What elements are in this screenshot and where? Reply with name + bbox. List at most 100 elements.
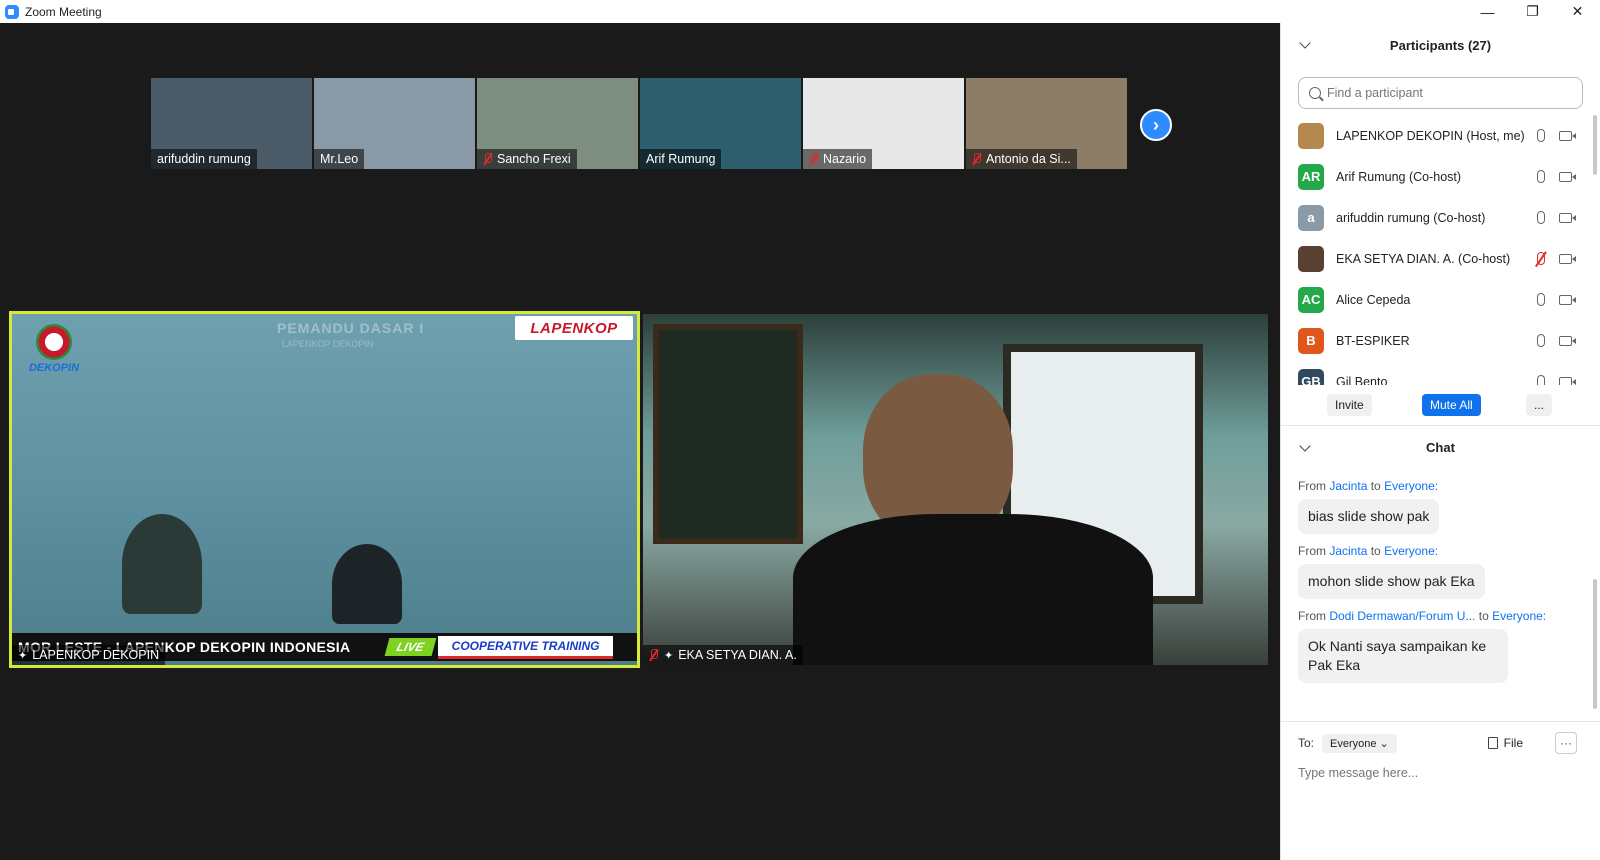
participant-row[interactable]: LAPENKOP DEKOPIN (Host, me) [1281,115,1600,156]
chat-more-button[interactable]: ··· [1555,732,1577,754]
background-title: PEMANDU DASAR I [277,320,425,336]
recipient-value: Everyone [1330,737,1377,750]
title-bar: Zoom Meeting — ❐ ✕ [0,0,1600,23]
participant-row[interactable]: EKA SETYA DIAN. A. (Co-host) [1281,238,1600,279]
avatar [1298,122,1324,149]
participant-name: LAPENKOP DEKOPIN (Host, me) [1336,128,1525,143]
mic-icon[interactable] [1537,211,1545,224]
recipient-select[interactable]: Everyone ⌄ [1322,733,1397,753]
message-header: From Dodi Dermawan/Forum U... to Everyon… [1298,609,1583,623]
live-badge: LIVE [384,638,437,656]
thumbnail-name-label: Antonio da Si... [966,149,1077,169]
message-recipient[interactable]: Everyone: [1384,479,1438,493]
avatar: AR [1298,163,1324,190]
message-to-prefix: to [1370,544,1381,558]
tile-name-label: ✦ LAPENKOP DEKOPIN [12,645,166,665]
thumbnail-name: Antonio da Si... [986,152,1071,166]
thumbnail-tile[interactable]: Antonio da Si... [966,78,1127,169]
camera-icon[interactable] [1559,253,1576,264]
search-icon [1309,87,1321,99]
minimize-button[interactable]: — [1465,0,1510,23]
message-recipient[interactable]: Everyone: [1492,609,1546,623]
avatar: AC [1298,286,1324,313]
message-recipient[interactable]: Everyone: [1384,544,1438,558]
mic-muted-icon [809,153,819,165]
mic-muted-icon[interactable] [1537,252,1545,265]
more-options-button[interactable]: ... [1526,394,1553,416]
camera-icon[interactable] [1559,376,1576,385]
lapenkop-logo: LAPENKOP [515,316,633,340]
participants-title: Participants (27) [1389,37,1492,53]
message-sender[interactable]: Dodi Dermawan/Forum U... [1329,609,1475,623]
thumbnail-name-label: Arif Rumung [640,149,722,169]
tile-name: EKA SETYA DIAN. A. [678,648,797,662]
thumbnail-name: Mr.Leo [320,152,359,166]
thumbnail-tile[interactable]: Sancho Frexi [477,78,638,169]
collapse-chevron-icon[interactable] [1299,440,1311,452]
camera-icon[interactable] [1559,294,1576,305]
dekopin-logo: DEKOPIN [24,324,84,374]
pin-icon: ✦ [18,649,28,662]
collapse-chevron-icon[interactable] [1299,37,1311,49]
mic-icon[interactable] [1537,129,1545,142]
avatar: a [1298,204,1324,231]
file-button[interactable]: File [1487,736,1523,750]
participant-search-input[interactable] [1327,86,1567,100]
video-tile-eka[interactable]: ✦ EKA SETYA DIAN. A. [643,314,1268,665]
invite-button[interactable]: Invite [1327,394,1372,416]
participant-search[interactable] [1298,77,1583,109]
participant-name: EKA SETYA DIAN. A. (Co-host) [1336,251,1511,266]
participant-name: arifuddin rumung (Co-host) [1336,210,1486,225]
message-from-prefix: From [1298,479,1326,493]
mic-icon[interactable] [1537,170,1545,183]
next-page-button[interactable]: › [1140,109,1172,141]
chat-scrollbar[interactable] [1593,579,1597,709]
camera-icon[interactable] [1559,335,1576,346]
message-sender[interactable]: Jacinta [1329,544,1367,558]
participant-row[interactable]: B BT-ESPIKER [1281,320,1600,361]
training-label: COOPERATIVE TRAINING [437,635,614,659]
chat-message: bias slide show pak [1298,499,1440,534]
chat-header: Chat [1281,425,1600,469]
chat-message-input[interactable] [1298,766,1578,780]
mute-all-button[interactable]: Mute All [1422,394,1481,416]
camera-icon[interactable] [1559,130,1576,141]
camera-icon[interactable] [1559,212,1576,223]
thumbnail-tile[interactable]: Arif Rumung [640,78,801,169]
participant-name: Arif Rumung (Co-host) [1336,169,1462,184]
thumbnail-tile[interactable]: Mr.Leo [314,78,475,169]
mic-muted-icon [972,153,982,165]
thumbnail-tile[interactable]: arifuddin rumung [151,78,312,169]
video-tile-lapenkop[interactable]: PEMANDU DASAR I LAPENKOP DEKOPIN DEKOPIN… [9,311,640,668]
chat-message: Ok Nanti saya sampaikan ke Pak Eka [1298,629,1508,683]
participant-row[interactable]: AR Arif Rumung (Co-host) [1281,156,1600,197]
thumbnail-name-label: Nazario [803,149,873,169]
mic-icon[interactable] [1537,375,1545,385]
file-label: File [1503,736,1523,750]
participant-name: Gil Bento [1336,374,1388,386]
tile-name-label: ✦ EKA SETYA DIAN. A. [643,645,803,665]
chair-figure [332,544,402,624]
avatar: B [1298,327,1324,354]
close-button[interactable]: ✕ [1555,0,1600,23]
participant-row[interactable]: AC Alice Cepeda [1281,279,1600,320]
thumbnail-name-label: arifuddin rumung [151,149,257,169]
mic-icon[interactable] [1537,293,1545,306]
mic-icon[interactable] [1537,334,1545,347]
message-sender[interactable]: Jacinta [1329,479,1367,493]
participants-header: Participants (27) [1281,23,1600,67]
camera-icon[interactable] [1559,171,1576,182]
dekopin-text: DEKOPIN [28,362,80,374]
window-frame-left [653,324,803,544]
thumbnail-name: Arif Rumung [646,152,716,166]
thumbnail-tile[interactable]: Nazario [803,78,964,169]
participant-actions: Invite Mute All ... [1281,385,1600,425]
zoom-app-icon [5,4,19,19]
restore-button[interactable]: ❐ [1510,0,1555,23]
window-title: Zoom Meeting [25,4,102,19]
participant-row[interactable]: a arifuddin rumung (Co-host) [1281,197,1600,238]
speaker-body [793,514,1153,665]
presenter-figure [122,514,202,614]
participant-row[interactable]: GB Gil Bento [1281,361,1600,385]
thumbnail-name: Sancho Frexi [497,152,571,166]
